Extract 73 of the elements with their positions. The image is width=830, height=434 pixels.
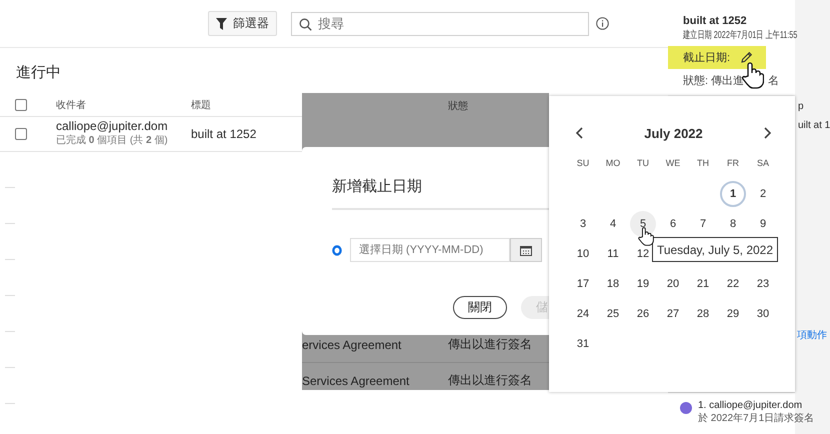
signer-email: 1. calliope@jupiter.dom bbox=[698, 400, 804, 411]
weekday-label: SU bbox=[576, 157, 590, 170]
calendar-day[interactable]: 10 bbox=[570, 241, 596, 267]
weekday-label: SA bbox=[756, 157, 770, 170]
recipient-email: calliope@jupiter.dom bbox=[56, 119, 168, 133]
previous-month-icon[interactable] bbox=[575, 127, 583, 139]
created-date: 建立日期 2022年7月01日 上午11:55 bbox=[683, 29, 798, 42]
column-header[interactable]: 收件者 bbox=[56, 98, 86, 112]
progress-text: 已完成 0 個項目 (共 2 個) bbox=[56, 134, 168, 147]
close-button[interactable]: 關閉 bbox=[453, 296, 507, 319]
calendar-day[interactable]: 1 bbox=[720, 181, 746, 207]
search-icon bbox=[299, 18, 312, 30]
calendar-day[interactable]: 25 bbox=[600, 301, 626, 327]
sidebar-text: p bbox=[798, 101, 804, 112]
table-cell-text: Services Agreement bbox=[302, 374, 410, 388]
calendar-day[interactable]: 26 bbox=[630, 301, 656, 327]
weekday-label: TU bbox=[636, 157, 650, 170]
calendar-day[interactable]: 5 bbox=[630, 211, 656, 237]
calendar-button[interactable] bbox=[510, 238, 542, 262]
table-cell-text: ervices Agreement bbox=[302, 338, 402, 352]
calendar-day[interactable]: 7 bbox=[690, 211, 716, 237]
info-icon[interactable] bbox=[596, 17, 609, 30]
calendar-day[interactable]: 17 bbox=[570, 271, 596, 297]
date-input-field[interactable]: 選擇日期 (YYYY-MM-DD) bbox=[350, 238, 510, 262]
table-cell: 傳出以進行簽名 bbox=[448, 336, 532, 353]
date-tooltip: Tuesday, July 5, 2022 bbox=[652, 237, 778, 262]
section-title: 進行中 bbox=[16, 63, 62, 83]
column-header: 狀態 bbox=[448, 100, 468, 113]
calendar-day[interactable]: 11 bbox=[600, 241, 626, 267]
calendar-day[interactable]: 31 bbox=[570, 331, 596, 357]
calendar-day[interactable]: 30 bbox=[750, 301, 776, 327]
calendar-day[interactable]: 2 bbox=[750, 181, 776, 207]
search-field[interactable]: 搜尋 bbox=[291, 12, 589, 36]
sidebar-text: uilt at 1 bbox=[798, 120, 830, 131]
ring-icon bbox=[332, 244, 342, 256]
select-all-checkbox[interactable] bbox=[15, 98, 27, 110]
weekday-label: WE bbox=[664, 157, 682, 170]
calendar-day[interactable]: 4 bbox=[600, 211, 626, 237]
table-cell: 傳出以進行簽名 bbox=[448, 372, 532, 389]
hand-cursor-icon bbox=[742, 62, 764, 89]
status-text: 狀態: 傳出進 bbox=[683, 74, 744, 88]
calendar-day[interactable]: 9 bbox=[750, 211, 776, 237]
calendar-day[interactable]: 20 bbox=[660, 271, 686, 297]
calendar-day[interactable]: 22 bbox=[720, 271, 746, 297]
calendar-day[interactable]: 27 bbox=[660, 301, 686, 327]
calendar-day[interactable]: 19 bbox=[630, 271, 656, 297]
calendar-icon bbox=[520, 244, 532, 256]
calendar-day[interactable]: 24 bbox=[570, 301, 596, 327]
calendar-day[interactable]: 18 bbox=[600, 271, 626, 297]
next-month-icon[interactable] bbox=[764, 127, 772, 139]
status-text: 名 bbox=[768, 74, 780, 88]
weekday-label: FR bbox=[726, 157, 740, 170]
filter-icon bbox=[216, 18, 227, 30]
calendar-day[interactable]: 21 bbox=[690, 271, 716, 297]
calendar-day[interactable]: 23 bbox=[750, 271, 776, 297]
table-cell: built at 1252 bbox=[191, 127, 256, 141]
calendar-day[interactable]: 3 bbox=[570, 211, 596, 237]
actions-link[interactable]: 項動作 bbox=[797, 328, 827, 342]
agreement-title: built at 1252 bbox=[683, 15, 748, 27]
column-header[interactable]: 標題 bbox=[191, 98, 211, 112]
request-date: 於 2022年7月1日請求簽名 bbox=[698, 412, 814, 425]
hand-cursor-icon bbox=[638, 227, 654, 246]
due-date-field[interactable]: 截止日期: bbox=[668, 46, 766, 69]
weekday-label: MO bbox=[604, 157, 622, 170]
calendar-day[interactable]: 6 bbox=[660, 211, 686, 237]
row-checkbox[interactable] bbox=[15, 128, 27, 140]
month-title: July 2022 bbox=[644, 126, 703, 140]
filter-button[interactable]: 篩選器 bbox=[208, 11, 277, 36]
pencil-icon[interactable] bbox=[740, 51, 754, 64]
calendar-day[interactable]: 29 bbox=[720, 301, 746, 327]
calendar-day[interactable]: 8 bbox=[720, 211, 746, 237]
calendar-day[interactable]: 28 bbox=[690, 301, 716, 327]
weekday-label: TH bbox=[696, 157, 710, 170]
